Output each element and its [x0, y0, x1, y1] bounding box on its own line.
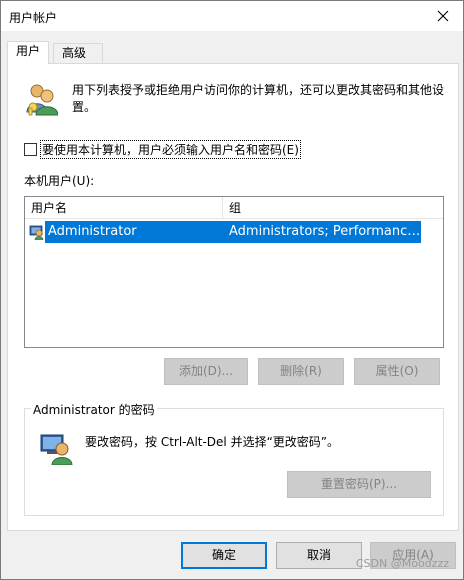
- reset-password-button[interactable]: 重置密码(P)...: [287, 471, 431, 498]
- require-password-checkbox[interactable]: [24, 143, 37, 156]
- require-password-label: 要使用本计算机，用户必须输入用户名和密码(E): [40, 140, 301, 159]
- cell-group: Administrators; Performance L...: [223, 221, 421, 243]
- password-instructions: 要改密码，按 Ctrl-Alt-Del 并选择“更改密码”。: [85, 435, 340, 449]
- listview-header: 用户名 组: [25, 197, 443, 219]
- remove-user-button[interactable]: 删除(R): [258, 358, 344, 385]
- user-icon: [29, 225, 44, 240]
- watermark: CSDN @Moodzzz: [355, 557, 449, 570]
- require-password-row[interactable]: 要使用本计算机，用户必须输入用户名和密码(E): [24, 140, 301, 159]
- tab-advanced[interactable]: 高级: [53, 43, 103, 63]
- users-icon: [26, 84, 58, 116]
- window-title: 用户帐户: [9, 11, 58, 25]
- add-user-button[interactable]: 添加(D)...: [164, 358, 248, 385]
- table-row[interactable]: Administrator Administrators; Performanc…: [25, 221, 421, 243]
- column-header-username[interactable]: 用户名: [25, 197, 223, 219]
- users-listview[interactable]: 用户名 组 Administrator Administrators; Perf…: [24, 196, 444, 348]
- user-accounts-dialog: 用户帐户 用户 高级 用下列表授予或拒绝用户访问你的计算机，还可以更改其密码和其…: [0, 0, 464, 580]
- close-icon: [437, 10, 449, 22]
- close-button[interactable]: [423, 1, 463, 31]
- password-group-title: Administrator 的密码: [31, 401, 157, 418]
- ok-button[interactable]: 确定: [181, 542, 267, 569]
- title-bar: 用户帐户: [1, 1, 463, 31]
- password-icon: [40, 434, 73, 465]
- users-tab-panel: 用下列表授予或拒绝用户访问你的计算机，还可以更改其密码和其他设置。 要使用本计算…: [7, 63, 459, 531]
- users-list-label: 本机用户(U):: [24, 174, 95, 188]
- cell-username: Administrator: [45, 221, 223, 243]
- password-group: Administrator 的密码 要改密码，按 Ctrl-Alt-Del 并选…: [24, 401, 444, 516]
- intro-text: 用下列表授予或拒绝用户访问你的计算机，还可以更改其密码和其他设置。: [72, 83, 445, 114]
- cancel-button[interactable]: 取消: [276, 542, 362, 569]
- user-properties-button[interactable]: 属性(O): [354, 358, 440, 385]
- column-header-group[interactable]: 组: [223, 197, 443, 219]
- tab-users[interactable]: 用户: [7, 41, 49, 64]
